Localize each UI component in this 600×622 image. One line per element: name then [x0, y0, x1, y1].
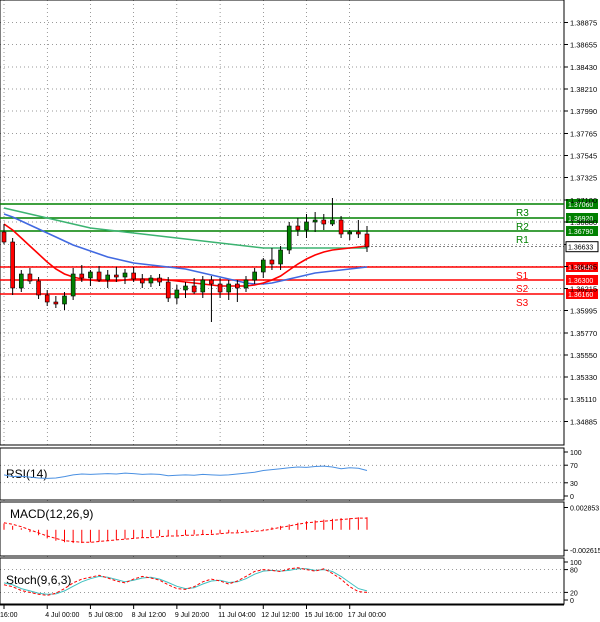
main-y-tick-label: 1.36215	[570, 285, 597, 294]
main-y-tick-label: 1.38655	[570, 41, 597, 50]
candle-body	[338, 219, 344, 235]
candle-body	[131, 272, 136, 280]
candle-body	[88, 271, 93, 279]
main-y-tick-label: 1.36435	[570, 263, 597, 272]
main-y-tick-label: 1.35110	[570, 395, 597, 404]
x-tick-label: 4 Jul 00:00	[45, 612, 79, 619]
candle-body	[174, 289, 180, 299]
level-name-r1: R1	[516, 235, 529, 246]
candle-body	[62, 295, 67, 305]
main-y-tick-label: 1.36880	[570, 218, 597, 227]
macd-y-tick-label: -0.002615	[570, 548, 600, 555]
x-tick-label: 8 Jul 12:00	[132, 612, 166, 619]
rsi-y-tick-label: 30	[570, 481, 578, 488]
forex-chart: R31.37060R21.36920R11.36790S11.36430S21.…	[0, 0, 600, 619]
candle-body	[36, 280, 41, 296]
main-y-tick-label: 1.37325	[570, 174, 597, 183]
candle-body	[10, 241, 15, 289]
candle-body	[330, 219, 335, 225]
main-y-tick-label: 1.38210	[570, 85, 597, 94]
candle-body	[148, 277, 154, 284]
x-tick-label: 9 Jul 20:00	[175, 612, 209, 619]
main-y-tick-label: 1.35550	[570, 351, 597, 360]
x-tick-label: 17 Jul 00:00	[348, 612, 386, 619]
candle-body	[96, 271, 102, 281]
candle-body	[295, 225, 301, 231]
rsi-label: RSI(14)	[6, 467, 47, 481]
candle-body	[278, 249, 283, 265]
candle-body	[226, 283, 232, 293]
rsi-y-tick-label: 100	[570, 450, 582, 457]
candle-body	[200, 279, 206, 293]
macd-y-axis: 0.002853 -0.002615	[564, 505, 600, 555]
macd-panel: MACD(12,26,9) 0.002853 -0.002615	[0, 501, 600, 557]
candle-body	[1, 231, 7, 243]
candle-body	[321, 219, 327, 225]
level-name-s3: S3	[516, 298, 529, 309]
candle-body	[356, 231, 361, 235]
x-tick-label: 12 Jul 12:00	[261, 612, 299, 619]
candle-body	[217, 283, 223, 293]
rsi-y-tick-label: 0	[570, 494, 574, 501]
candle-body	[139, 278, 145, 284]
main-y-tick-label: 1.37765	[570, 130, 597, 139]
candle-body	[260, 259, 266, 273]
main-y-tick-label: 1.38875	[570, 19, 597, 28]
x-tick-label: 11 Jul 04:00	[218, 612, 256, 619]
main-y-tick-label: 1.35330	[570, 373, 597, 382]
stoch-y-tick-label: 100	[570, 560, 582, 567]
candle-body	[157, 277, 162, 283]
macd-y-tick-label: 0.002853	[570, 505, 599, 512]
candle-body	[44, 294, 50, 303]
main-panel-frame	[0, 0, 565, 446]
candle-body	[165, 281, 171, 299]
stoch-label: Stoch(9,6,3)	[6, 573, 71, 587]
candle-body	[243, 279, 249, 289]
stoch-y-tick-label: 80	[570, 568, 578, 575]
candle-body	[70, 273, 76, 297]
candle-body	[286, 225, 292, 251]
main-y-tick-label: 1.38430	[570, 63, 597, 72]
candle-body	[364, 233, 370, 248]
candle-body	[304, 221, 309, 231]
candle-body	[79, 273, 85, 279]
main-y-tick-label: 1.35995	[570, 307, 597, 316]
stoch-panel: Stoch(9,6,3) 10080 200	[0, 557, 582, 605]
main-y-tick-label: 1.37100	[570, 196, 597, 205]
candle-body	[235, 283, 240, 289]
candle-body	[27, 273, 33, 282]
main-y-tick-label: 1.34885	[570, 418, 597, 427]
candle-body	[53, 301, 59, 305]
x-tick-label: 16:00	[0, 612, 18, 619]
candle-body	[252, 271, 257, 281]
candle-body	[191, 285, 197, 293]
candle-body	[105, 274, 111, 281]
candle-body	[18, 273, 24, 289]
current-price-label: 1.36633	[568, 245, 593, 252]
main-y-tick-label: 1.37990	[570, 107, 597, 116]
x-tick-label: 5 Jul 08:00	[88, 612, 122, 619]
level-price-label: 1.36790	[568, 229, 593, 236]
stoch-y-tick-label: 0	[570, 598, 574, 605]
x-tick-label: 15 Jul 16:00	[305, 612, 343, 619]
candle-body	[269, 259, 275, 265]
main-y-tick-label: 1.37545	[570, 152, 597, 161]
stoch-y-tick-label: 20	[570, 590, 578, 597]
macd-label: MACD(12,26,9)	[10, 507, 93, 521]
main-y-tick-label: 1.35770	[570, 329, 597, 338]
x-axis: 16:00 4 Jul 00:00 5 Jul 08:00 8 Jul 12:00 9 …	[0, 604, 564, 619]
candle-body	[312, 219, 318, 223]
rsi-panel: RSI(14) 100 70 30 0	[0, 447, 582, 501]
candle-body	[114, 274, 119, 278]
candle-body	[183, 285, 188, 291]
rsi-y-tick-label: 70	[570, 463, 578, 470]
candle-body	[122, 272, 128, 278]
candle-body	[209, 279, 214, 285]
candle-body	[347, 231, 353, 235]
